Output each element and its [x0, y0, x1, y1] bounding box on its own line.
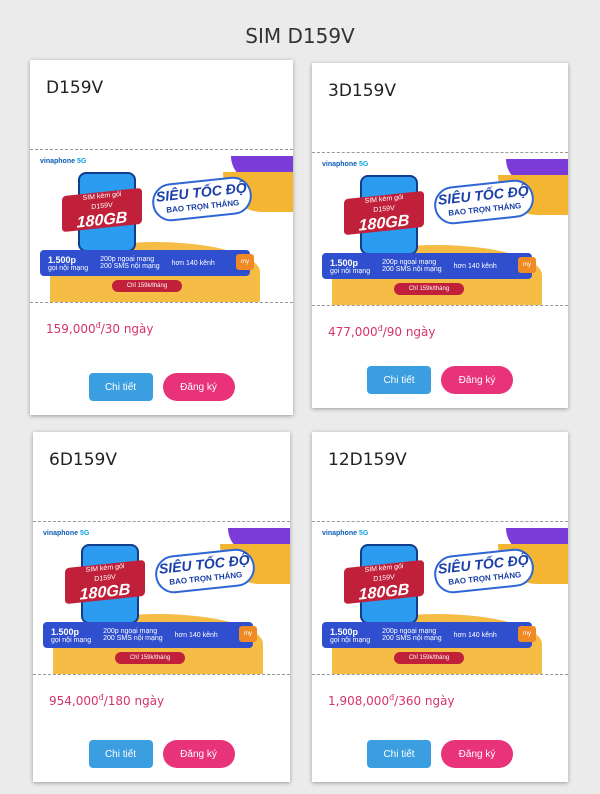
vinaphone-logo: vinaphone 5G — [43, 530, 90, 537]
package-card-12d159v: 12D159V vinaphone 5G SIM kèm gói D159V 1… — [312, 432, 568, 782]
mytv-icon: my — [239, 626, 257, 642]
package-ribbon: SIM kèm gói D159V 180GB — [65, 559, 145, 605]
package-name: D159V — [30, 60, 293, 150]
register-button[interactable]: Đăng ký — [441, 740, 513, 768]
detail-button[interactable]: Chi tiết — [367, 740, 431, 768]
package-price: 954,000đ/180 ngày — [49, 693, 165, 708]
package-banner: vinaphone 5G SIM kèm gói D159V 180GB SIÊ… — [312, 522, 568, 675]
package-ribbon: SIM kèm gói D159V 180GB — [62, 187, 142, 233]
package-banner: vinaphone 5G SIM kèm gói D159V 180GB SIÊ… — [33, 522, 290, 675]
package-price: 1,908,000đ/360 ngày — [328, 693, 455, 708]
package-card-3d159v: 3D159V vinaphone 5G SIM kèm gói D159V 18… — [312, 63, 568, 408]
mytv-icon: my — [236, 254, 254, 270]
banner-headline: SIÊU TỐC ĐỘ BAO TRỌN THÁNG — [432, 177, 536, 227]
package-card-d159v: D159V vinaphone 5G SIM kèm gói D159V 180… — [30, 60, 293, 415]
detail-button[interactable]: Chi tiết — [88, 740, 153, 768]
benefits-stripe: 1.500p gọi nội mạng 200p ngoại mạng 200 SM… — [40, 250, 250, 276]
package-card-6d159v: 6D159V vinaphone 5G SIM kèm gói D159V 18… — [33, 432, 290, 782]
package-banner: vinaphone 5G SIM kèm gói D159V 180GB SIÊ… — [312, 153, 568, 306]
register-button[interactable]: Đăng ký — [441, 366, 513, 394]
benefits-stripe: 1.500p gọi nội mạng 200p ngoại mạng 200 SM… — [322, 622, 532, 648]
price-badge: Chỉ 159k/tháng — [112, 280, 182, 292]
vinaphone-logo: vinaphone 5G — [322, 530, 369, 537]
package-price: 477,000đ/90 ngày — [328, 324, 436, 339]
price-badge: Chỉ 159k/tháng — [115, 652, 185, 664]
register-button[interactable]: Đăng ký — [162, 740, 235, 768]
banner-headline: SIÊU TỐC ĐỘ BAO TRỌN THÁNG — [153, 546, 257, 596]
banner-headline: SIÊU TỐC ĐỘ BAO TRỌN THÁNG — [150, 174, 254, 224]
price-badge: Chỉ 159k/tháng — [394, 652, 464, 664]
detail-button[interactable]: Chi tiết — [367, 366, 431, 394]
register-button[interactable]: Đăng ký — [162, 373, 235, 401]
page-title: SIM D159V — [245, 24, 355, 48]
package-name: 12D159V — [312, 432, 568, 522]
price-badge: Chỉ 159k/tháng — [394, 283, 464, 295]
package-name: 3D159V — [312, 63, 568, 153]
package-ribbon: SIM kèm gói D159V 180GB — [344, 559, 424, 605]
detail-button[interactable]: Chi tiết — [88, 373, 153, 401]
mytv-icon: my — [518, 257, 536, 273]
mytv-icon: my — [518, 626, 536, 642]
benefits-stripe: 1.500p gọi nội mạng 200p ngoại mạng 200 SM… — [43, 622, 253, 648]
vinaphone-logo: vinaphone 5G — [322, 161, 369, 168]
vinaphone-logo: vinaphone 5G — [40, 158, 87, 165]
package-banner: vinaphone 5G SIM kèm gói D159V 180GB SIÊ… — [30, 150, 293, 303]
package-ribbon: SIM kèm gói D159V 180GB — [344, 190, 424, 236]
banner-headline: SIÊU TỐC ĐỘ BAO TRỌN THÁNG — [432, 546, 536, 596]
package-price: 159,000đ/30 ngày — [46, 321, 154, 336]
benefits-stripe: 1.500p gọi nội mạng 200p ngoại mạng 200 SM… — [322, 253, 532, 279]
package-name: 6D159V — [33, 432, 290, 522]
